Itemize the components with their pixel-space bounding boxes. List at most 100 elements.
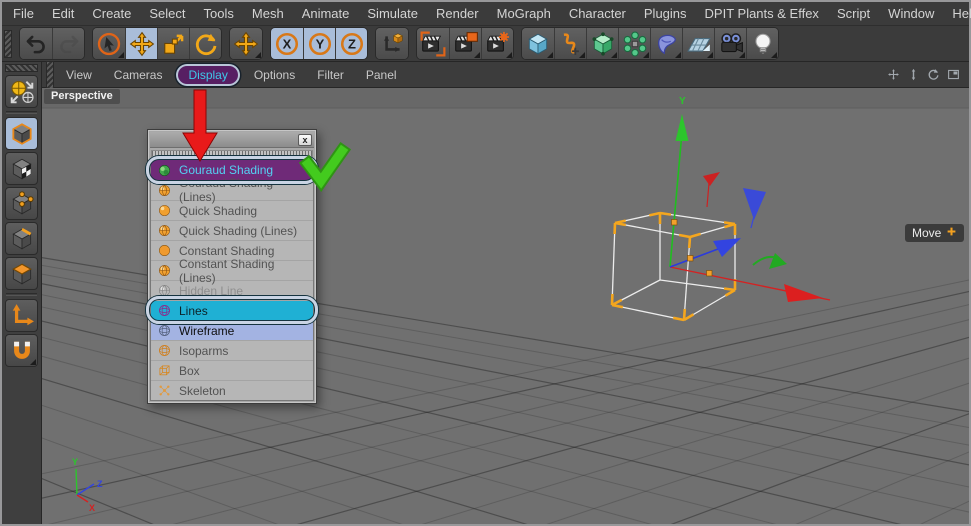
menu-select[interactable]: Select	[140, 3, 194, 24]
viewport-nav-icons	[887, 68, 969, 81]
viewport-menu-view[interactable]: View	[56, 65, 102, 85]
lock-y-axis-button[interactable]: Y	[303, 28, 335, 59]
submenu-corner-icon	[771, 52, 777, 58]
display-menu-item-box[interactable]: Box	[151, 360, 313, 380]
pan-view-button[interactable]	[887, 68, 900, 81]
point-mode-button[interactable]	[5, 187, 38, 220]
coordinate-system-button[interactable]	[376, 28, 408, 59]
rotate-tool-button[interactable]	[189, 28, 221, 59]
viewport-menu-panel[interactable]: Panel	[356, 65, 407, 85]
floor-object-button[interactable]	[682, 28, 714, 59]
edge-mode-icon	[11, 227, 32, 249]
menu-character[interactable]: Character	[560, 3, 635, 24]
lock-x-axis-button[interactable]: X	[271, 28, 303, 59]
menu-tools[interactable]: Tools	[195, 3, 243, 24]
menu-mograph[interactable]: MoGraph	[488, 3, 560, 24]
menu-help[interactable]: Help	[943, 3, 971, 24]
make-editable-button[interactable]	[5, 75, 38, 108]
display-menu-titlebar[interactable]: x	[150, 132, 314, 148]
menu-dpit-plants-effex[interactable]: DPIT Plants & Effex	[696, 3, 828, 24]
wire-box-icon	[159, 365, 170, 376]
flat-sphere-icon	[159, 245, 170, 256]
camera-label[interactable]: Perspective	[44, 89, 120, 104]
submenu-corner-icon	[611, 52, 617, 58]
svg-text:Y: Y	[315, 36, 324, 51]
cinema4d-window: File Edit Create Select Tools Mesh Animate Simu…	[0, 0, 971, 526]
viewport-menu-display[interactable]: Display	[178, 65, 238, 84]
toolbar-drag-handle[interactable]	[4, 29, 12, 58]
menu-simulate[interactable]: Simulate	[358, 3, 427, 24]
gouraud-sphere-icon	[159, 164, 170, 176]
edge-mode-button[interactable]	[5, 222, 38, 255]
polygon-mode-icon	[11, 263, 32, 284]
menu-render[interactable]: Render	[427, 3, 488, 24]
sidebar-drag-handle[interactable]	[5, 64, 38, 72]
coordinate-system-icon	[383, 32, 403, 52]
texture-mode-icon	[11, 158, 32, 179]
menu-mesh[interactable]: Mesh	[243, 3, 293, 24]
camera-object-button[interactable]	[714, 28, 746, 59]
display-menu-item-constant-shading-lines[interactable]: Constant Shading (Lines)	[151, 257, 313, 285]
add-cube-button[interactable]	[522, 28, 554, 59]
axis-mode-button[interactable]	[5, 299, 38, 332]
menu-create[interactable]: Create	[83, 3, 140, 24]
render-settings-button[interactable]	[481, 28, 513, 59]
menu-plugins[interactable]: Plugins	[635, 3, 696, 24]
sphere-icon	[157, 204, 172, 217]
menu-file[interactable]: File	[4, 3, 43, 24]
subdivision-surface-button[interactable]	[586, 28, 618, 59]
toggle-view-button[interactable]	[947, 68, 960, 81]
display-menu-item-gouraud-shading-lines[interactable]: Gouraud Shading (Lines)	[151, 176, 313, 204]
undo-button[interactable]	[20, 28, 52, 59]
close-icon[interactable]: x	[298, 133, 312, 146]
menu-animate[interactable]: Animate	[293, 3, 359, 24]
viewport-menu-cameras[interactable]: Cameras	[104, 65, 173, 85]
rotate-icon	[195, 33, 216, 55]
array-object-button[interactable]	[618, 28, 650, 59]
texture-mode-button[interactable]	[5, 152, 38, 185]
render-picture-viewer-button[interactable]	[449, 28, 481, 59]
viewport-menu-options[interactable]: Options	[244, 65, 305, 85]
menu-edit[interactable]: Edit	[43, 3, 83, 24]
model-mode-button[interactable]	[5, 117, 38, 150]
rotate-view-button[interactable]	[927, 68, 940, 81]
menu-item-label: Box	[179, 363, 200, 378]
menu-tear-strip[interactable]	[151, 150, 313, 157]
menu-script[interactable]: Script	[828, 3, 879, 24]
display-menu-item-lines[interactable]: Lines	[151, 300, 313, 320]
move-tool-button[interactable]	[125, 28, 157, 59]
zoom-view-button[interactable]	[907, 68, 920, 81]
render-view-button[interactable]	[417, 28, 449, 59]
redo-button[interactable]	[52, 28, 84, 59]
tool-hint: Move	[905, 224, 965, 242]
polygon-mode-button[interactable]	[5, 257, 38, 290]
deformer-button[interactable]	[650, 28, 682, 59]
sidebar-separator	[6, 293, 37, 296]
axis-letter-icon: X	[275, 32, 299, 55]
menu-item-label: Gouraud Shading (Lines)	[179, 176, 274, 204]
display-menu-item-quick-shading-lines[interactable]: Quick Shading (Lines)	[151, 220, 313, 240]
snap-button[interactable]	[5, 334, 38, 367]
display-menu-item-isoparms[interactable]: Isoparms	[151, 340, 313, 360]
last-used-tool-button[interactable]	[230, 28, 262, 59]
menu-item-label: Wireframe	[179, 323, 235, 338]
menu-item-label: Hidden Line	[179, 283, 244, 298]
wire-globe-orange-icon	[157, 344, 172, 357]
viewport-menu-drag-handle[interactable]	[46, 60, 54, 89]
move-icon	[129, 31, 154, 56]
menu-item-label: Quick Shading	[179, 203, 258, 218]
model-mode-icon	[11, 122, 32, 145]
point-mode-icon	[11, 190, 34, 214]
menu-window[interactable]: Window	[879, 3, 943, 24]
display-menu-item-wireframe[interactable]: Wireframe	[151, 320, 313, 340]
live-selection-button[interactable]	[93, 28, 125, 59]
zoom-view-icon	[911, 68, 916, 81]
scale-tool-button[interactable]	[157, 28, 189, 59]
spline-pen-button[interactable]	[554, 28, 586, 59]
sphere-lines-icon	[159, 265, 170, 276]
svg-text:Z: Z	[348, 36, 356, 51]
viewport-menu-filter[interactable]: Filter	[307, 65, 354, 85]
lock-z-axis-button[interactable]: Z	[335, 28, 367, 59]
light-object-button[interactable]	[746, 28, 778, 59]
display-menu-item-skeleton[interactable]: Skeleton	[151, 380, 313, 400]
